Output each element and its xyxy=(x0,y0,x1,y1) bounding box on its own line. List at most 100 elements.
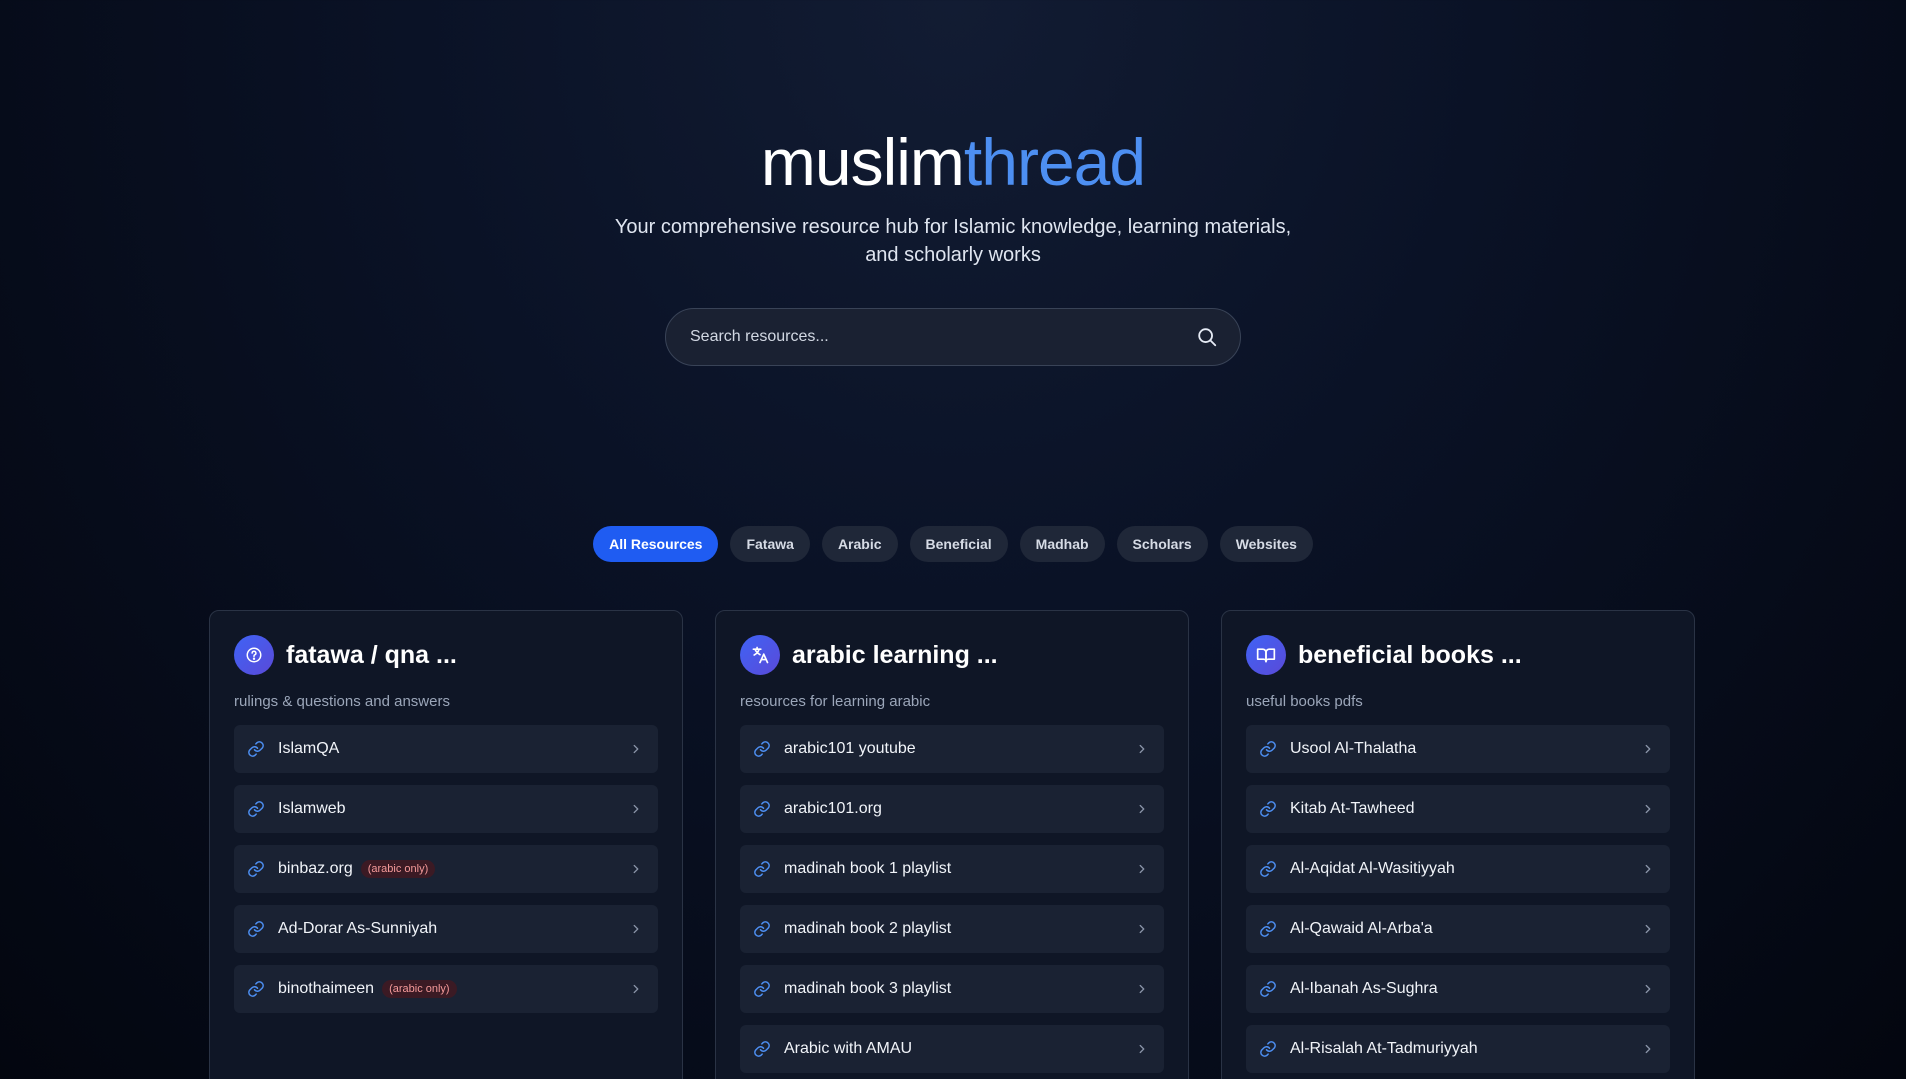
resource-link-label: Islamweb xyxy=(278,800,346,817)
chevron-right-icon xyxy=(1134,921,1150,937)
filter-bar: All Resources Fatawa Arabic Beneficial Madha… xyxy=(0,526,1906,562)
link-icon xyxy=(1258,979,1278,999)
brand-part-muslim: muslim xyxy=(760,125,965,199)
chevron-right-icon xyxy=(1640,801,1656,817)
resource-link-label: Al-Risalah At-Tadmuriyyah xyxy=(1290,1040,1478,1057)
resource-link-label: Arabic with AMAU xyxy=(784,1040,913,1057)
chevron-right-icon xyxy=(628,921,644,937)
card-subtitle: rulings & questions and answers xyxy=(234,693,450,710)
tagline: Your comprehensive resource hub for Isla… xyxy=(614,216,1292,266)
resource-link-label: Ad-Dorar As-Sunniyah xyxy=(278,920,438,937)
card-subtitle: resources for learning arabic xyxy=(740,693,931,710)
card-header: beneficial books ... xyxy=(1246,635,1670,675)
resource-link[interactable]: madinah book 2 playlist xyxy=(740,905,1164,953)
resource-link-label: madinah book 1 playlist xyxy=(784,860,952,877)
resource-link[interactable]: binothaimeen (arabic only) xyxy=(234,965,658,1013)
card-header: arabic learning ... xyxy=(740,635,1164,675)
chevron-right-icon xyxy=(628,981,644,997)
card-title: fatawa / qna ... xyxy=(286,640,457,669)
link-icon xyxy=(246,919,266,939)
language-badge: (arabic only) xyxy=(382,980,457,998)
language-badge: (arabic only) xyxy=(360,860,436,878)
open-book-icon xyxy=(1246,635,1286,675)
resource-link[interactable]: Al-Risalah At-Tadmuriyyah xyxy=(1246,1025,1670,1073)
link-icon xyxy=(1258,799,1278,819)
card-header: fatawa / qna ... xyxy=(234,635,658,675)
link-icon xyxy=(1258,859,1278,879)
link-icon xyxy=(1258,919,1278,939)
filter-chip-scholars[interactable]: Scholars xyxy=(1116,526,1208,562)
card-subtitle: useful books pdfs xyxy=(1246,693,1363,710)
resource-link-label: Al-Aqidat Al-Wasitiyyah xyxy=(1290,860,1455,877)
resource-link-label: IslamQA xyxy=(278,740,340,757)
resource-link[interactable]: Islamweb xyxy=(234,785,658,833)
resource-list: IslamQA Islamweb binbaz.org (arabic only) Ad… xyxy=(234,725,658,1013)
filter-chip-fatawa[interactable]: Fatawa xyxy=(730,526,810,562)
link-icon xyxy=(1258,1039,1278,1059)
link-icon xyxy=(752,1039,772,1059)
resource-link-label: arabic101.org xyxy=(784,800,882,817)
card-title: arabic learning ... xyxy=(792,640,998,669)
chevron-right-icon xyxy=(628,801,644,817)
resource-link[interactable]: Kitab At-Tawheed xyxy=(1246,785,1670,833)
resource-cards: fatawa / qna ... rulings & questions and … xyxy=(209,610,1695,1079)
link-icon xyxy=(1258,739,1278,759)
chevron-right-icon xyxy=(1640,741,1656,757)
filter-chip-all-resources[interactable]: All Resources xyxy=(593,526,719,562)
filter-chip-websites[interactable]: Websites xyxy=(1219,526,1313,562)
link-icon xyxy=(752,799,772,819)
resource-link-label: Usool Al-Thalatha xyxy=(1290,740,1417,757)
chevron-right-icon xyxy=(1134,861,1150,877)
resource-link[interactable]: madinah book 3 playlist xyxy=(740,965,1164,1013)
link-icon xyxy=(752,979,772,999)
site-logo[interactable]: muslimthread xyxy=(0,124,1906,200)
link-icon xyxy=(246,859,266,879)
search-icon[interactable] xyxy=(1194,324,1220,350)
resource-link-label: Al-Ibanah As-Sughra xyxy=(1290,980,1438,997)
link-icon xyxy=(752,739,772,759)
chevron-right-icon xyxy=(1134,741,1150,757)
resource-link[interactable]: Ad-Dorar As-Sunniyah xyxy=(234,905,658,953)
resource-link[interactable]: arabic101.org xyxy=(740,785,1164,833)
resource-link[interactable]: IslamQA xyxy=(234,725,658,773)
search-input[interactable] xyxy=(690,328,1194,346)
search-bar[interactable] xyxy=(665,308,1241,366)
chevron-right-icon xyxy=(628,861,644,877)
brand-part-thread: thread xyxy=(963,125,1146,199)
resource-link-label: binbaz.org xyxy=(278,860,353,877)
filter-chip-arabic[interactable]: Arabic xyxy=(821,526,898,562)
chevron-right-icon xyxy=(1134,1041,1150,1057)
resource-list: Usool Al-Thalatha Kitab At-Tawheed Al-Aqid… xyxy=(1246,725,1670,1073)
link-icon xyxy=(246,739,266,759)
resource-link[interactable]: binbaz.org (arabic only) xyxy=(234,845,658,893)
translate-icon xyxy=(740,635,780,675)
resource-card: arabic learning ... resources for learnin… xyxy=(715,610,1189,1079)
resource-link-label: madinah book 2 playlist xyxy=(784,920,952,937)
link-icon xyxy=(752,859,772,879)
resource-link[interactable]: Al-Qawaid Al-Arba'a xyxy=(1246,905,1670,953)
card-title: beneficial books ... xyxy=(1298,640,1522,669)
resource-link[interactable]: Al-Aqidat Al-Wasitiyyah xyxy=(1246,845,1670,893)
filter-chip-beneficial[interactable]: Beneficial xyxy=(909,526,1008,562)
resource-link[interactable]: Arabic with AMAU xyxy=(740,1025,1164,1073)
resource-list: arabic101 youtube arabic101.org madinah bo… xyxy=(740,725,1164,1073)
chevron-right-icon xyxy=(1134,981,1150,997)
resource-card: beneficial books ... useful books pdfs Uso… xyxy=(1221,610,1695,1079)
chevron-right-icon xyxy=(628,741,644,757)
resource-link[interactable]: madinah book 1 playlist xyxy=(740,845,1164,893)
link-icon xyxy=(752,919,772,939)
resource-link[interactable]: Al-Ibanah As-Sughra xyxy=(1246,965,1670,1013)
resource-link-label: Kitab At-Tawheed xyxy=(1290,800,1415,817)
link-icon xyxy=(246,979,266,999)
resource-link[interactable]: Usool Al-Thalatha xyxy=(1246,725,1670,773)
filter-chip-madhab[interactable]: Madhab xyxy=(1019,526,1105,562)
resource-link-label: binothaimeen xyxy=(278,980,375,997)
link-icon xyxy=(246,799,266,819)
chevron-right-icon xyxy=(1640,981,1656,997)
resource-link-label: Al-Qawaid Al-Arba'a xyxy=(1290,920,1433,937)
chevron-right-icon xyxy=(1134,801,1150,817)
chevron-right-icon xyxy=(1640,861,1656,877)
resource-link-label: arabic101 youtube xyxy=(784,740,916,757)
resource-link[interactable]: arabic101 youtube xyxy=(740,725,1164,773)
question-circle-icon xyxy=(234,635,274,675)
